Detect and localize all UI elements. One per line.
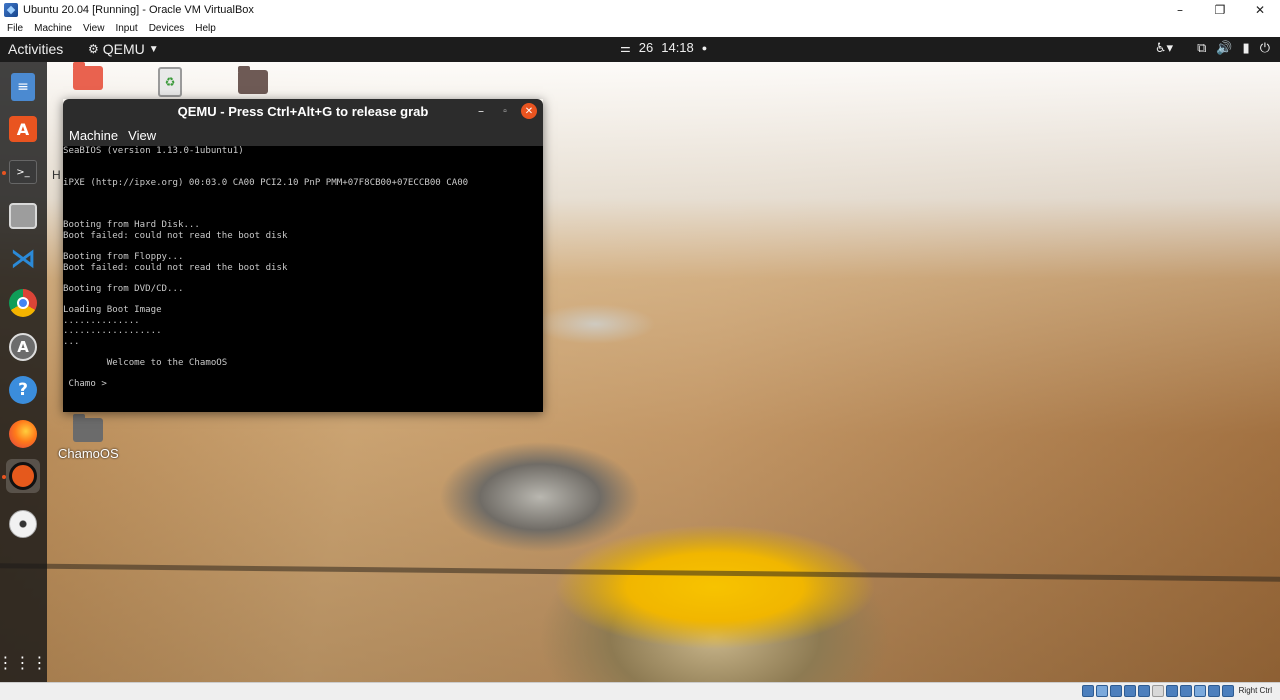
battery-icon: ▮ <box>1242 40 1250 55</box>
qemu-menu-view[interactable]: View <box>128 128 156 143</box>
dock-ubuntu-software[interactable]: A <box>6 112 40 146</box>
keyboard-capture-icon[interactable] <box>1222 685 1234 697</box>
minimize-button[interactable]: – <box>1160 0 1200 20</box>
folder-icon <box>73 414 103 442</box>
dock-firefox[interactable] <box>6 417 40 451</box>
qemu-console[interactable]: SeaBIOS (version 1.13.0-1ubuntu1) iPXE (… <box>63 146 543 412</box>
dock-chrome[interactable] <box>6 286 40 320</box>
menu-input[interactable]: Input <box>111 23 144 34</box>
audio-icon[interactable] <box>1110 685 1122 697</box>
desktop-home-folder[interactable] <box>58 62 118 94</box>
power-icon: ⏻ <box>1259 40 1270 55</box>
stray-text: H <box>52 168 61 182</box>
dock-text-editor[interactable]: ≡ <box>6 70 40 104</box>
close-button[interactable]: ✕ <box>1240 0 1280 20</box>
terminal-icon: >_ <box>9 160 37 184</box>
dock-show-applications[interactable]: ⋮⋮⋮ <box>0 645 48 679</box>
dock-qemu[interactable] <box>6 459 40 493</box>
optical-drive-icon[interactable] <box>1096 685 1108 697</box>
files-icon <box>9 203 37 229</box>
trash-icon: ♻ <box>158 67 182 97</box>
qemu-window-controls: – ▫ ✕ <box>473 103 537 119</box>
qemu-close-button[interactable]: ✕ <box>521 103 537 119</box>
network-icon: ⧉ <box>1197 40 1207 55</box>
qemu-titlebar[interactable]: QEMU - Press Ctrl+Alt+G to release grab … <box>63 99 543 124</box>
virtualbox-icon <box>4 3 18 17</box>
accessibility-icon[interactable]: ♿▾ <box>1155 40 1173 56</box>
qemu-icon <box>9 462 37 490</box>
gnome-top-bar: Activities ⚙ QEMU ▼ ⚌ 26 14:18 ● ♿▾ ⧉ 🔊 … <box>0 37 1280 62</box>
host-menubar: File Machine View Input Devices Help <box>0 20 1280 37</box>
dock: ≡ A >_ ⋊ A ? ⋮⋮⋮ <box>0 62 48 682</box>
vscode-icon: ⋊ <box>10 244 36 274</box>
help-icon: ? <box>9 376 37 404</box>
qemu-menu-machine[interactable]: Machine <box>69 128 118 143</box>
qemu-window[interactable]: QEMU - Press Ctrl+Alt+G to release grab … <box>63 99 543 412</box>
usb-icon[interactable] <box>1138 685 1150 697</box>
system-tray[interactable]: ♿▾ ⧉ 🔊 ▮ ⏻ <box>1155 40 1270 56</box>
activities-button[interactable]: Activities <box>8 41 63 57</box>
chevron-down-icon: ▼ <box>148 43 159 55</box>
notification-icon: ⚌ <box>620 40 631 55</box>
qemu-minimize-button[interactable]: – <box>473 103 489 119</box>
desktop-trash[interactable]: ♻ <box>140 67 200 101</box>
chrome-icon <box>9 289 37 317</box>
clock[interactable]: ⚌ 26 14:18 ● <box>620 40 707 55</box>
host-window-controls: – ❐ ✕ <box>1160 0 1280 20</box>
ubuntu-software-icon: A <box>9 116 37 142</box>
host-titlebar: Ubuntu 20.04 [Running] - Oracle VM Virtu… <box>0 0 1280 20</box>
software-updater-icon: A <box>9 333 37 361</box>
volume-icon: 🔊 <box>1216 40 1233 55</box>
shared-folders-icon[interactable] <box>1152 685 1164 697</box>
recording-icon[interactable] <box>1180 685 1192 697</box>
status-icons <box>1082 685 1234 697</box>
menu-machine[interactable]: Machine <box>30 23 79 34</box>
hard-disk-icon[interactable] <box>1082 685 1094 697</box>
display-icon[interactable] <box>1166 685 1178 697</box>
desktop-chamoos-folder[interactable]: ChamoOS <box>58 414 119 461</box>
host-window-title: Ubuntu 20.04 [Running] - Oracle VM Virtu… <box>23 4 254 16</box>
cpu-icon[interactable] <box>1194 685 1206 697</box>
maximize-button[interactable]: ❐ <box>1200 0 1240 20</box>
close-icon: ✕ <box>1254 3 1266 17</box>
app-menu[interactable]: ⚙ QEMU ▼ <box>88 41 159 57</box>
clock-date: 26 <box>638 40 654 55</box>
desktop-icon-label: ChamoOS <box>58 446 119 461</box>
desktop-folder[interactable] <box>223 66 283 98</box>
dock-software-updater[interactable]: A <box>6 330 40 364</box>
dock-help[interactable]: ? <box>6 373 40 407</box>
text-editor-icon: ≡ <box>11 73 35 101</box>
wallpaper-stripe <box>0 563 1280 582</box>
menu-view[interactable]: View <box>79 23 112 34</box>
grid-icon: ⋮⋮⋮ <box>0 652 49 672</box>
clock-time: 14:18 <box>661 40 694 55</box>
menu-file[interactable]: File <box>3 23 30 34</box>
qemu-menubar: Machine View <box>63 124 543 146</box>
status-dot-icon: ● <box>701 42 708 53</box>
firefox-icon <box>9 420 37 448</box>
app-menu-label: QEMU <box>102 41 145 57</box>
menu-help[interactable]: Help <box>191 23 223 34</box>
home-folder-icon <box>73 62 103 90</box>
mouse-integration-icon[interactable] <box>1208 685 1220 697</box>
guest-screen[interactable]: Activities ⚙ QEMU ▼ ⚌ 26 14:18 ● ♿▾ ⧉ 🔊 … <box>0 37 1280 682</box>
host-key-label: Right Ctrl <box>1238 686 1272 695</box>
folder-icon <box>238 66 268 94</box>
menu-devices[interactable]: Devices <box>145 23 192 34</box>
host-statusbar: Right Ctrl <box>0 682 1280 700</box>
dock-files[interactable] <box>6 199 40 233</box>
dock-vscode[interactable]: ⋊ <box>6 242 40 276</box>
qemu-window-title: QEMU - Press Ctrl+Alt+G to release grab <box>177 104 429 119</box>
dock-terminal[interactable]: >_ <box>6 155 40 189</box>
dvd-icon <box>9 510 37 538</box>
minimize-icon: – <box>1177 3 1183 17</box>
app-menu-icon: ⚙ <box>88 42 99 56</box>
dock-dvd[interactable] <box>6 507 40 541</box>
maximize-icon: ❐ <box>1214 3 1226 17</box>
network-adapter-icon[interactable] <box>1124 685 1136 697</box>
qemu-maximize-button[interactable]: ▫ <box>497 103 513 119</box>
